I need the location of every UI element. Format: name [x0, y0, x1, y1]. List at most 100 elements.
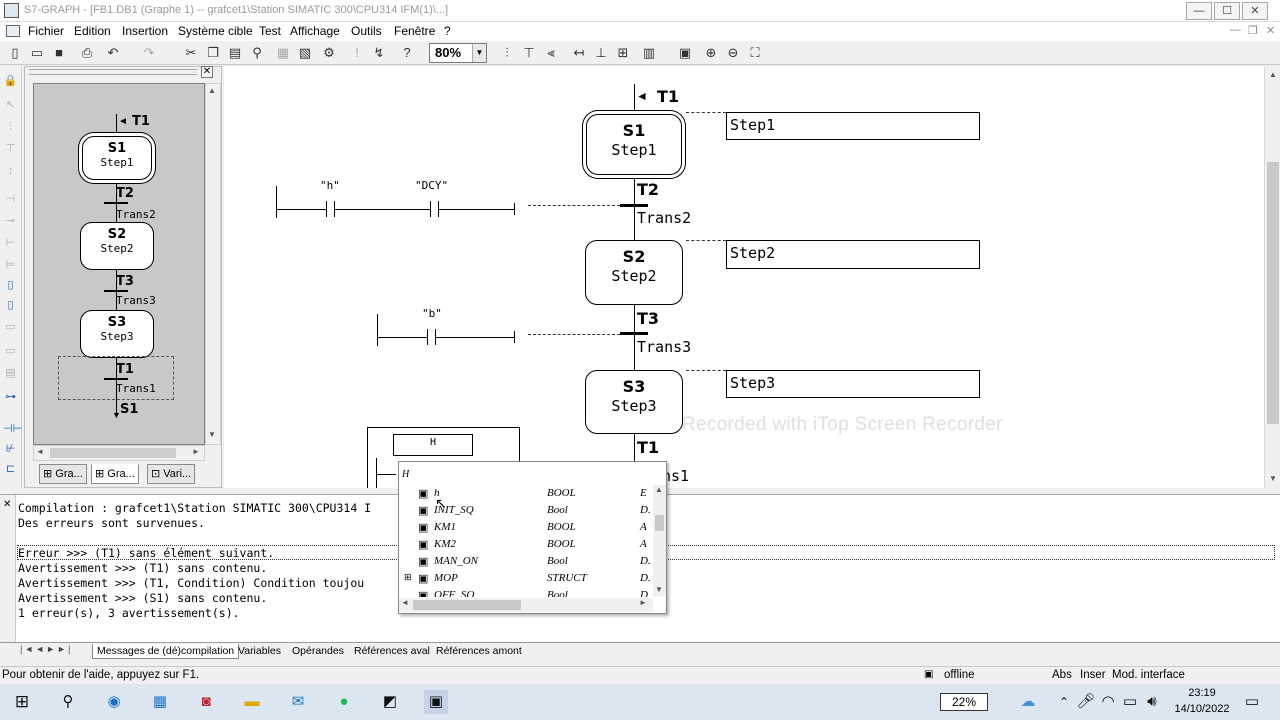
autocomplete-row[interactable]: ▣ OFF_SQ Bool D: [399, 587, 654, 597]
scroll-up-icon[interactable]: ▲: [208, 86, 216, 95]
cut-icon[interactable]: ✂: [182, 44, 200, 62]
insert-end-icon[interactable]: ⊸: [3, 214, 18, 228]
simatic-icon[interactable]: ◩: [378, 690, 402, 714]
transition-t3[interactable]: [620, 332, 648, 335]
menu-fichier[interactable]: Fichier: [28, 24, 64, 38]
symbol-autocomplete[interactable]: H ▣ h BOOL E ▣ INIT_SQ Bool D. ▣ KM1 BOO…: [398, 461, 667, 614]
overview-transition-t2[interactable]: [104, 202, 128, 204]
overview-vscroll[interactable]: ▲ ▼: [205, 83, 221, 445]
overview-hscroll[interactable]: ◄ ►: [33, 445, 205, 461]
search-icon[interactable]: ⚲: [56, 690, 80, 714]
notifications-icon[interactable]: ▭: [1240, 690, 1264, 714]
autocomplete-hscroll[interactable]: ◄ ►: [399, 598, 653, 612]
help-pointer-icon[interactable]: ?: [398, 44, 416, 62]
branch-tool-icon[interactable]: ⫷: [542, 44, 560, 62]
action-box-s2[interactable]: Step2: [726, 240, 980, 269]
battery-indicator[interactable]: 22%: [940, 693, 988, 711]
box-tool-icon[interactable]: ⊏: [3, 462, 18, 476]
redo-icon[interactable]: ↷: [140, 44, 158, 62]
overview-transition-t1[interactable]: [104, 378, 128, 380]
menu-outils[interactable]: Outils: [351, 24, 382, 38]
block-d-icon[interactable]: ▭: [3, 344, 18, 358]
jump-tool-icon[interactable]: ↤: [570, 44, 588, 62]
tab-operandes[interactable]: Opérandes: [288, 644, 348, 658]
scroll-left-icon[interactable]: ◄: [36, 447, 44, 456]
minimize-button[interactable]: —: [1186, 2, 1212, 20]
scroll-thumb[interactable]: [1267, 162, 1279, 424]
autocomplete-row[interactable]: ⊞ ▣ MOP STRUCT D.: [399, 570, 654, 587]
sim-branch-icon[interactable]: ⊞: [614, 44, 632, 62]
graph-canvas[interactable]: ◄ T1 S1 Step1 Step1 T2 Trans2 "h" "DCY" …: [224, 66, 1264, 488]
scroll-right-icon[interactable]: ►: [639, 598, 647, 607]
action-box-s1[interactable]: Step1: [726, 112, 980, 140]
scroll-up-icon[interactable]: ▲: [655, 485, 663, 494]
doc-restore-icon[interactable]: ❐: [1248, 24, 1258, 37]
overview-step-s1[interactable]: S1 Step1: [82, 136, 152, 180]
insert-branch-icon[interactable]: ↕: [3, 164, 18, 178]
tab-variables[interactable]: Variables: [234, 644, 285, 658]
overview-step-s3[interactable]: S3 Step3: [80, 310, 154, 358]
output-line[interactable]: Avertissement >>> (T1, Condition) Condit…: [18, 576, 364, 590]
tab-variables[interactable]: ⊡ Vari...: [147, 464, 196, 484]
tool-a-icon[interactable]: ▦: [274, 44, 292, 62]
action-box-s3[interactable]: Step3: [726, 370, 980, 398]
menu-help[interactable]: ?: [444, 24, 451, 38]
step-s3[interactable]: S3 Step3: [585, 370, 683, 434]
mail-icon[interactable]: ✉: [286, 690, 310, 714]
output-line[interactable]: Avertissement >>> (S1) sans contenu.: [18, 591, 267, 605]
contact-tool-icon[interactable]: ⊶: [3, 390, 18, 404]
condition-input-box[interactable]: H: [393, 434, 473, 456]
tool-b-icon[interactable]: ▧: [296, 44, 314, 62]
tab-compile-messages[interactable]: Messages de (dé)compilation: [92, 644, 240, 659]
block-b-icon[interactable]: ▯: [3, 298, 18, 312]
autocomplete-row[interactable]: ▣ KM1 BOOL A: [399, 519, 654, 536]
graph-vscroll[interactable]: ▲ ▼: [1264, 66, 1280, 488]
find-icon[interactable]: ⚲: [248, 44, 266, 62]
scroll-right-icon[interactable]: ►: [192, 447, 200, 456]
block-c-icon[interactable]: ▭: [3, 320, 18, 334]
overview-canvas[interactable]: ◄ T1 S1 Step1 T2 Trans2 S2 Step2 T3 Tran…: [33, 83, 205, 445]
contact-label-dcy[interactable]: "DCY": [415, 179, 448, 192]
open-icon[interactable]: ▭: [28, 44, 46, 62]
zoom-out-icon[interactable]: ⊖: [724, 44, 742, 62]
new-icon[interactable]: ▯: [6, 44, 24, 62]
print-icon[interactable]: ⎙: [78, 44, 96, 62]
pointer-icon[interactable]: ↖: [3, 98, 18, 112]
contact-label-b[interactable]: "b": [422, 307, 442, 320]
tab-references-aval[interactable]: Références aval: [350, 644, 434, 658]
tab-nav-arrows-icon[interactable]: |◄◄►►|: [20, 644, 72, 654]
insert-trans-icon[interactable]: ⊤: [3, 142, 18, 156]
edge-icon[interactable]: ◉: [102, 690, 126, 714]
nc-contact-icon[interactable]: ⊬: [3, 442, 18, 456]
insert-jump-icon[interactable]: ⊣: [3, 192, 18, 206]
doc-minimize-icon[interactable]: —: [1230, 24, 1241, 36]
save-icon[interactable]: ■: [50, 44, 68, 62]
scroll-left-icon[interactable]: ◄: [401, 598, 409, 607]
step-s2[interactable]: S2 Step2: [585, 240, 683, 305]
tool-e-icon[interactable]: ↯: [370, 44, 388, 62]
scroll-thumb[interactable]: [50, 448, 176, 458]
document-icon[interactable]: [6, 25, 20, 37]
view-icon[interactable]: ▥: [640, 44, 658, 62]
scroll-down-icon[interactable]: ▼: [208, 430, 216, 439]
clock-time[interactable]: 23:19: [1172, 687, 1232, 699]
scroll-thumb[interactable]: [413, 600, 521, 610]
doc-close-icon[interactable]: ✕: [1266, 24, 1275, 37]
step-s1[interactable]: S1 Step1: [586, 114, 682, 175]
output-line-error[interactable]: Erreur >>> (T1) sans élément suivant.: [18, 546, 274, 560]
explorer-icon[interactable]: ▬: [240, 690, 264, 714]
wifi-icon[interactable]: ◠: [1096, 690, 1120, 714]
paste-icon[interactable]: ▤: [226, 44, 244, 62]
scroll-down-icon[interactable]: ▼: [1265, 474, 1280, 483]
transition-t2[interactable]: [620, 204, 648, 207]
autocomplete-row[interactable]: ▣ KM2 BOOL A: [399, 536, 654, 553]
lock-icon[interactable]: 🔒: [3, 74, 18, 88]
onedrive-icon[interactable]: ☁: [1016, 690, 1040, 714]
expand-icon[interactable]: ⊞: [404, 572, 412, 583]
store-icon[interactable]: ▦: [148, 690, 172, 714]
panel-grip[interactable]: [29, 69, 197, 75]
output-close-icon[interactable]: ✕: [3, 499, 11, 510]
tab-graph-2[interactable]: ⊞ Gra...: [91, 464, 139, 484]
insert-sim-icon[interactable]: ⊨: [3, 258, 18, 272]
menu-test[interactable]: Test: [259, 24, 281, 38]
